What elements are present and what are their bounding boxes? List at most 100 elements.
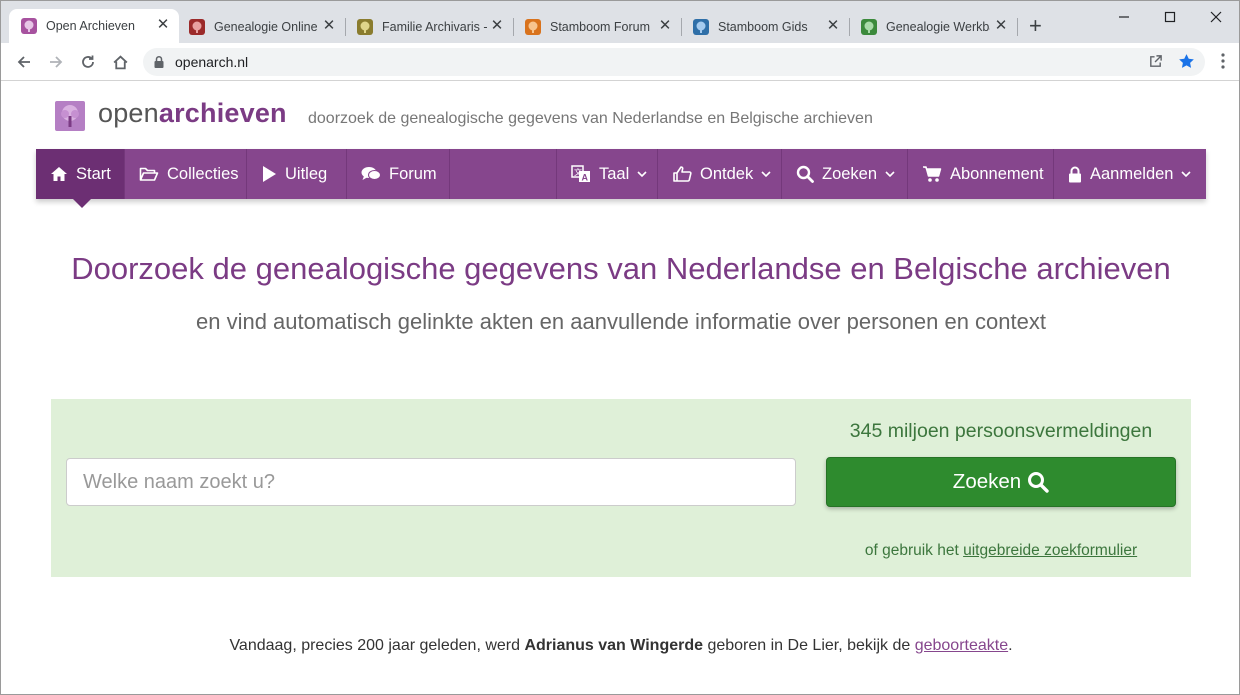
nav-zoeken[interactable]: Zoeken (782, 149, 908, 199)
today-in-history: Vandaag, precies 200 jaar geleden, werd … (1, 637, 1240, 655)
language-icon: 文A (571, 165, 591, 183)
page-subtitle: en vind automatisch gelinkte akten en aa… (196, 309, 1046, 334)
forward-button[interactable] (45, 51, 67, 73)
address-bar[interactable]: openarch.nl (143, 48, 1205, 76)
more-menu-icon[interactable] (1221, 53, 1225, 69)
home-button[interactable] (109, 51, 131, 73)
chevron-down-icon (885, 170, 895, 178)
logo-part-archieven: archieven (158, 98, 287, 128)
search-panel: 345 miljoen persoonsvermeldingen Zoeken … (51, 399, 1191, 577)
advanced-search-text: of gebruik het uitgebreide zoekformulier (826, 542, 1176, 560)
tab-title: Familie Archivaris - (382, 19, 488, 34)
tab-familie-archivaris[interactable]: Familie Archivaris - ✕ (345, 10, 513, 43)
record-count: 345 miljoen persoonsvermeldingen (849, 420, 1153, 442)
reload-icon (82, 55, 94, 68)
search-button[interactable]: Zoeken (826, 457, 1176, 507)
close-tab-icon[interactable]: ✕ (657, 18, 673, 34)
bookmark-star-icon[interactable] (1178, 53, 1195, 70)
nav-forum[interactable]: Forum (347, 149, 450, 199)
search-icon (796, 165, 814, 183)
nav-aanmelden[interactable]: Aanmelden (1054, 149, 1206, 199)
lock-icon (1068, 166, 1082, 183)
maximize-icon (1164, 11, 1176, 23)
nav-uitleg-label: Uitleg (285, 164, 328, 183)
nav-ontdek[interactable]: Ontdek (658, 149, 782, 199)
close-tab-icon[interactable]: ✕ (489, 18, 505, 34)
main-navigation: Start Collecties Uitleg Forum 文A Taal On… (36, 149, 1206, 199)
nav-taal-label: Taal (599, 164, 630, 183)
folder-open-icon (139, 166, 159, 182)
minimize-button[interactable] (1101, 5, 1147, 29)
chevron-down-icon (761, 170, 771, 178)
nav-uitleg[interactable]: Uitleg (247, 149, 347, 199)
birth-record-link[interactable]: geboorteakte (915, 637, 1008, 654)
tab-genealogie-werkbalk[interactable]: Genealogie Werkba ✕ (849, 10, 1017, 43)
site-logo[interactable]: openarchieven (98, 98, 287, 129)
tab-stamboom-gids[interactable]: Stamboom Gids ✕ (681, 10, 849, 43)
close-tab-icon[interactable]: ✕ (321, 18, 337, 34)
cart-icon (922, 165, 942, 183)
nav-collecties-label: Collecties (167, 164, 239, 183)
back-button[interactable] (13, 51, 35, 73)
play-icon (261, 165, 277, 183)
chevron-down-icon (1181, 170, 1192, 178)
nav-start[interactable]: Start (36, 149, 125, 199)
comments-icon (361, 166, 381, 182)
arrow-left-icon (17, 56, 30, 68)
nav-ontdek-label: Ontdek (700, 164, 754, 183)
lock-icon (154, 55, 164, 68)
tree-logo-icon[interactable] (55, 101, 85, 131)
tab-title: Genealogie Werkba (886, 19, 990, 34)
arrow-right-icon (50, 56, 63, 68)
stamboom-gids-favicon (693, 18, 709, 35)
tab-title: Stamboom Gids (718, 19, 808, 34)
nav-zoeken-label: Zoeken (822, 164, 878, 183)
tab-stamboom-forum[interactable]: Stamboom Forum ✕ (513, 10, 681, 43)
chevron-down-icon (637, 170, 647, 178)
nav-forum-label: Forum (389, 164, 437, 183)
open-external-icon[interactable] (1148, 54, 1163, 69)
today-suffix: . (1008, 637, 1013, 654)
browser-toolbar: openarch.nl (1, 43, 1239, 81)
stamboom-forum-favicon (525, 18, 541, 35)
site-tagline: doorzoek de genealogische gegevens van N… (308, 110, 873, 127)
close-icon (1210, 11, 1222, 23)
advanced-search-prefix: of gebruik het (864, 542, 964, 559)
minimize-icon (1119, 16, 1129, 18)
name-search-input[interactable] (66, 458, 796, 506)
nav-abonnement-label: Abonnement (950, 164, 1044, 183)
tab-strip: Open Archieven ✕ Genealogie Online ✕ Fam… (1, 1, 1239, 43)
close-tab-icon[interactable]: ✕ (993, 18, 1009, 34)
logo-part-open: open (98, 98, 159, 128)
search-icon (1028, 472, 1049, 493)
nav-collecties[interactable]: Collecties (125, 149, 247, 199)
search-button-label: Zoeken (952, 470, 1022, 493)
active-nav-indicator (73, 199, 91, 208)
reload-button[interactable] (77, 51, 99, 73)
tab-title: Genealogie Online (214, 19, 318, 34)
tab-open-archieven[interactable]: Open Archieven ✕ (9, 9, 179, 43)
svg-text:A: A (582, 173, 589, 183)
advanced-search-link[interactable]: uitgebreide zoekformulier (963, 542, 1137, 559)
close-tab-icon[interactable]: ✕ (155, 17, 171, 33)
page-title: Doorzoek de genealogische gegevens van N… (71, 251, 1171, 286)
open-archieven-favicon (21, 18, 37, 34)
new-tab-button[interactable]: + (1029, 15, 1042, 37)
home-icon (50, 166, 68, 182)
person-name: Adrianus van Wingerde (524, 637, 704, 654)
close-window-button[interactable] (1193, 5, 1239, 29)
genealogie-online-favicon (189, 18, 205, 35)
close-tab-icon[interactable]: ✕ (825, 18, 841, 34)
url-text[interactable]: openarch.nl (175, 54, 248, 70)
today-prefix: Vandaag, precies 200 jaar geleden, werd (229, 637, 525, 654)
tab-genealogie-online[interactable]: Genealogie Online ✕ (177, 10, 345, 43)
nav-abonnement[interactable]: Abonnement (908, 149, 1054, 199)
tab-separator (1017, 18, 1018, 36)
genealogie-werkbalk-favicon (861, 18, 877, 35)
nav-taal[interactable]: 文A Taal (556, 149, 658, 199)
maximize-button[interactable] (1147, 5, 1193, 29)
tab-title: Open Archieven (46, 19, 135, 33)
home-icon (113, 54, 127, 69)
nav-aanmelden-label: Aanmelden (1090, 164, 1174, 183)
site-header: openarchieven doorzoek de genealogische … (1, 82, 1239, 149)
